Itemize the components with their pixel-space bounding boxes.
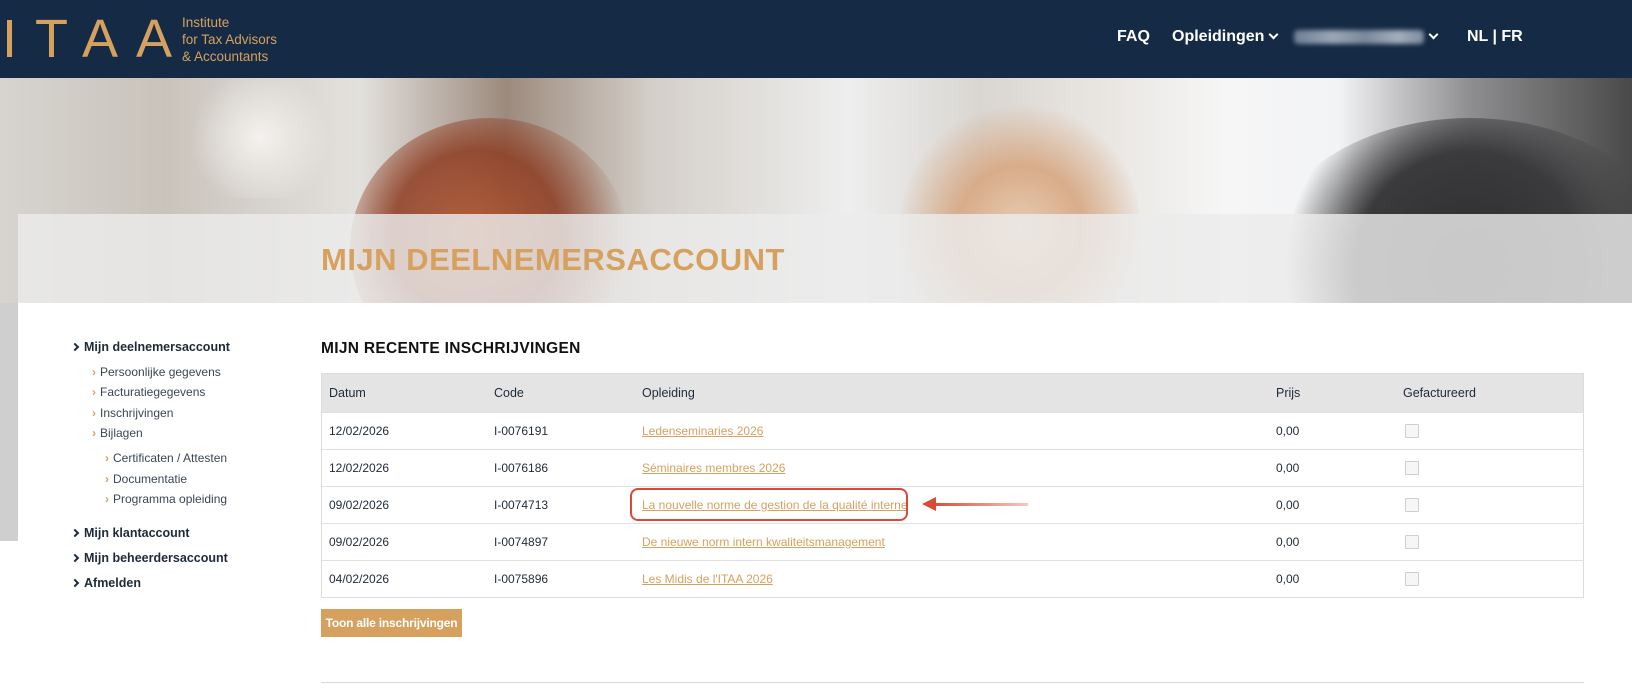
- cell-prijs: 0,00: [1276, 498, 1300, 512]
- sidebar-item-certificaten[interactable]: › Certificaten / Attesten: [105, 451, 227, 465]
- table-row: 04/02/2026 I-0075896 Les Midis de l'ITAA…: [322, 560, 1583, 597]
- logo-tagline: Institute for Tax Advisors & Accountants: [182, 14, 277, 65]
- table-header-row: Datum Code Opleiding Prijs Gefactureerd: [322, 374, 1583, 412]
- sidebar-item-afmelden[interactable]: Afmelden: [70, 576, 141, 590]
- opleiding-link[interactable]: Les Midis de l'ITAA 2026: [642, 572, 773, 586]
- tagline-line-1: Institute: [182, 15, 230, 30]
- gefactureerd-checkbox[interactable]: [1405, 535, 1419, 549]
- sidebar-item-facturatiegegevens[interactable]: › Facturatiegegevens: [92, 385, 205, 399]
- table-row: 12/02/2026 I-0076191 Ledenseminaries 202…: [322, 412, 1583, 449]
- user-name-blurred: [1294, 29, 1424, 44]
- registrations-table: Datum Code Opleiding Prijs Gefactureerd …: [321, 373, 1584, 598]
- section-title: MIJN RECENTE INSCHRIJVINGEN: [321, 340, 581, 357]
- chevron-right-icon: [70, 528, 80, 538]
- decorative-strip: [0, 303, 18, 541]
- cell-code: I-0076186: [494, 461, 549, 475]
- cell-prijs: 0,00: [1276, 424, 1300, 438]
- cell-code: I-0075896: [494, 572, 549, 586]
- sidebar-item-inschrijvingen[interactable]: › Inschrijvingen: [92, 406, 173, 420]
- nav-user-menu[interactable]: [1294, 26, 1439, 48]
- cell-prijs: 0,00: [1276, 535, 1300, 549]
- chevron-right-icon: [70, 578, 80, 588]
- cell-datum: 12/02/2026: [329, 424, 390, 438]
- divider: [321, 682, 1584, 683]
- column-header-opleiding: Opleiding: [642, 386, 695, 400]
- itaa-logo[interactable]: ITAA: [2, 10, 190, 68]
- tagline-line-2: for Tax Advisors: [182, 32, 278, 47]
- chevron-down-icon: [1428, 29, 1439, 40]
- nav-opleidingen-menu[interactable]: Opleidingen: [1172, 26, 1279, 48]
- page-title: MIJN DEELNEMERSACCOUNT: [321, 242, 785, 277]
- chevron-right-icon: [70, 553, 80, 563]
- cell-datum: 12/02/2026: [329, 461, 390, 475]
- gefactureerd-checkbox[interactable]: [1405, 461, 1419, 475]
- show-all-registrations-button[interactable]: Toon alle inschrijvingen: [321, 609, 462, 637]
- gefactureerd-checkbox[interactable]: [1405, 498, 1419, 512]
- annotation-highlight-box: [630, 488, 908, 521]
- column-header-prijs: Prijs: [1276, 386, 1301, 400]
- gefactureerd-checkbox[interactable]: [1405, 572, 1419, 586]
- table-row: 09/02/2026 I-0074897 De nieuwe norm inte…: [322, 523, 1583, 560]
- cell-code: I-0076191: [494, 424, 549, 438]
- nav-opleidingen-label: Opleidingen: [1172, 28, 1265, 45]
- cell-datum: 09/02/2026: [329, 535, 390, 549]
- opleiding-link[interactable]: Ledenseminaries 2026: [642, 424, 763, 438]
- column-header-code: Code: [494, 386, 524, 400]
- cell-datum: 04/02/2026: [329, 572, 390, 586]
- opleiding-link[interactable]: Séminaires membres 2026: [642, 461, 785, 475]
- table-row: 12/02/2026 I-0076186 Séminaires membres …: [322, 449, 1583, 486]
- language-switch[interactable]: NL | FR: [1467, 26, 1523, 48]
- nav-faq-link[interactable]: FAQ: [1117, 26, 1150, 48]
- cell-code: I-0074897: [494, 535, 549, 549]
- sidebar-item-klantaccount[interactable]: Mijn klantaccount: [70, 526, 190, 540]
- opleiding-link[interactable]: De nieuwe norm intern kwaliteitsmanageme…: [642, 535, 885, 549]
- tagline-line-3: & Accountants: [182, 49, 269, 64]
- annotation-arrow-line: [932, 503, 1028, 506]
- column-header-gefactureerd: Gefactureerd: [1403, 386, 1476, 400]
- sidebar-item-beheerdersaccount[interactable]: Mijn beheerdersaccount: [70, 551, 228, 565]
- cell-prijs: 0,00: [1276, 572, 1300, 586]
- chevron-right-icon: [70, 342, 80, 352]
- sidebar-item-persoonlijke-gegevens[interactable]: › Persoonlijke gegevens: [92, 365, 221, 379]
- sidebar-item-deelnemersaccount[interactable]: Mijn deelnemersaccount: [70, 340, 230, 354]
- sidebar-item-documentatie[interactable]: › Documentatie: [105, 472, 187, 486]
- sidebar-item-programma-opleiding[interactable]: › Programma opleiding: [105, 492, 227, 506]
- hero-title-band: [18, 214, 1632, 303]
- gefactureerd-checkbox[interactable]: [1405, 424, 1419, 438]
- cell-prijs: 0,00: [1276, 461, 1300, 475]
- cell-datum: 09/02/2026: [329, 498, 390, 512]
- cell-code: I-0074713: [494, 498, 549, 512]
- column-header-datum: Datum: [329, 386, 366, 400]
- sidebar-item-bijlagen[interactable]: › Bijlagen: [92, 426, 143, 440]
- top-navigation-bar: ITAA Institute for Tax Advisors & Accoun…: [0, 0, 1632, 78]
- chevron-down-icon: [1269, 29, 1279, 40]
